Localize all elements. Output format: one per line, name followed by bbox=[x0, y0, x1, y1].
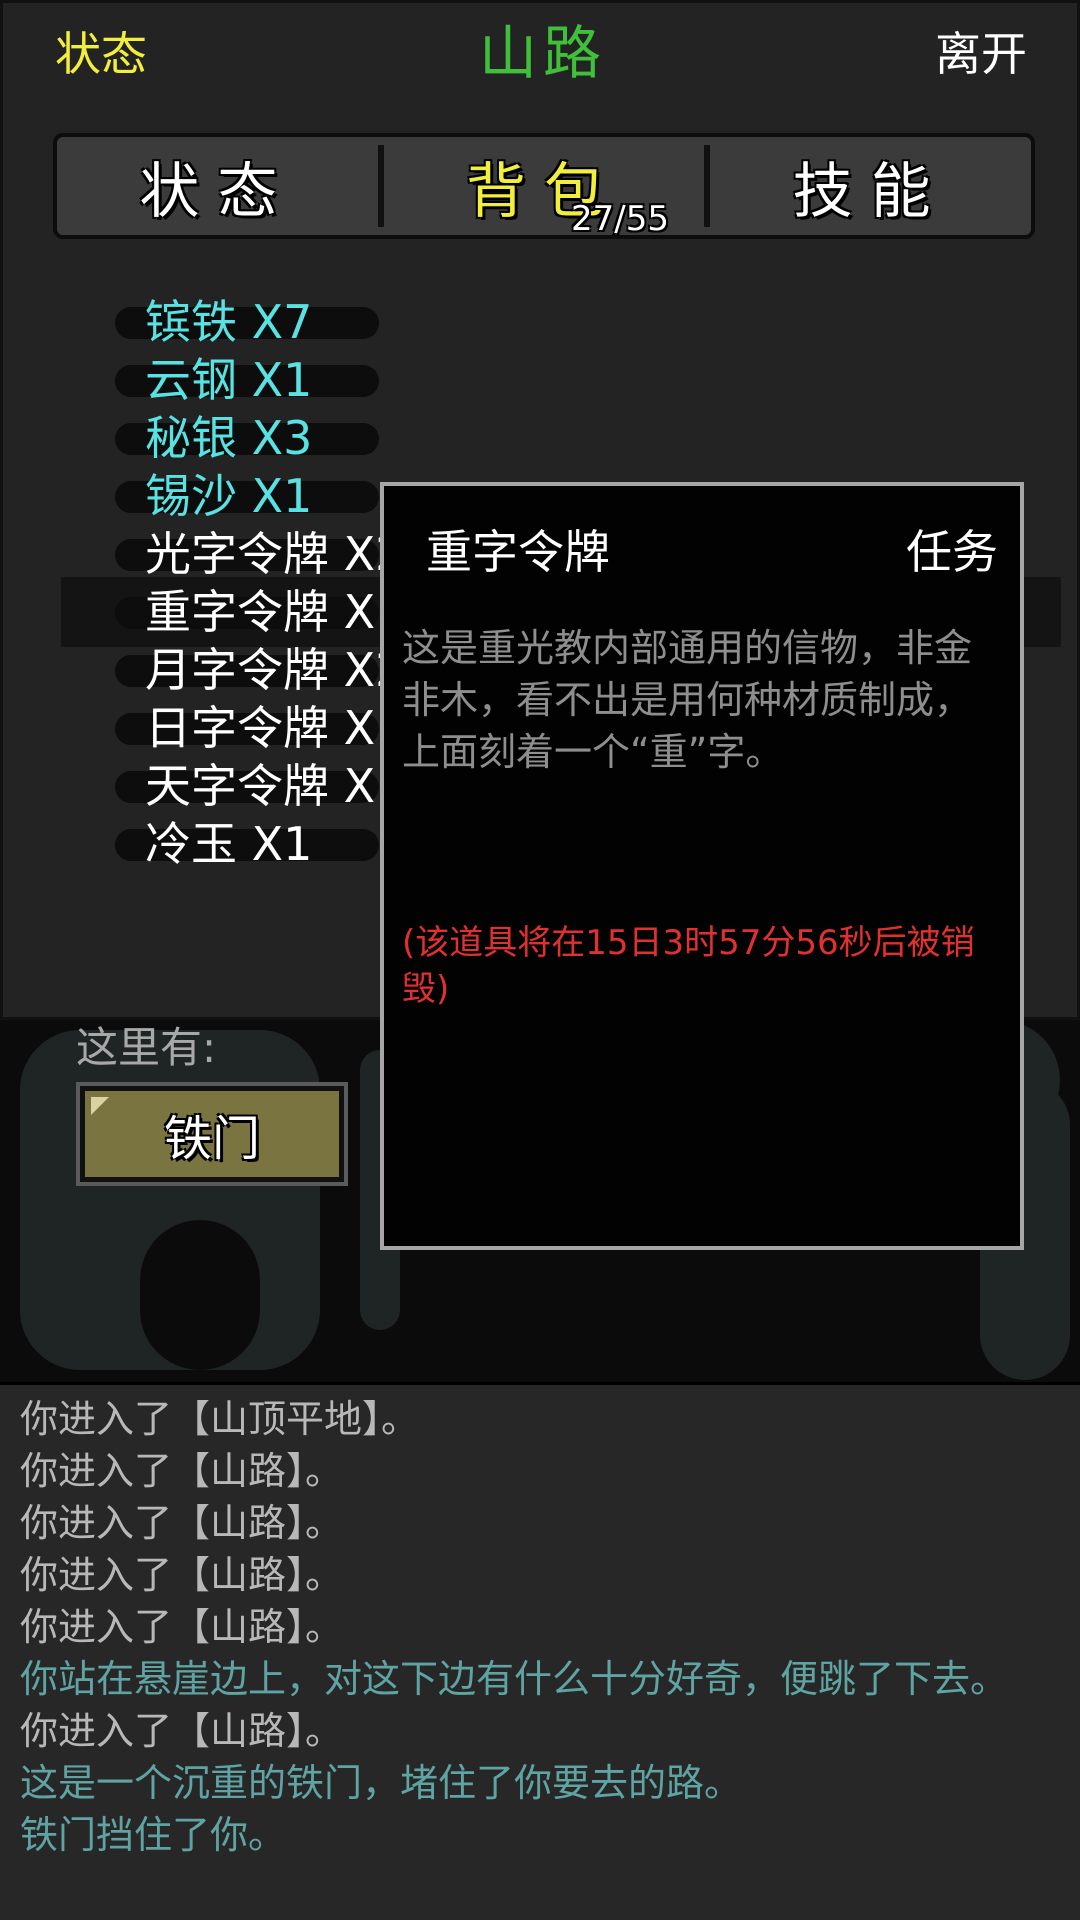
inventory-item-label: 重字令牌 X1 bbox=[145, 585, 405, 639]
here-label: 这里有: bbox=[76, 1023, 217, 1072]
log-message: 你进入了【山顶平地】。 bbox=[20, 1397, 420, 1441]
item-detail-popup: 重字令牌 任务 这是重光教内部通用的信物，非金非木，看不出是用何种材质制成，上面… bbox=[380, 482, 1024, 1250]
log-message: 你进入了【山路】。 bbox=[20, 1449, 344, 1493]
log-message: 你进入了【山路】。 bbox=[20, 1709, 344, 1753]
log-message: 这是一个沉重的铁门，堵住了你要去的路。 bbox=[20, 1761, 743, 1805]
inventory-item-label: 月字令牌 X2 bbox=[145, 643, 405, 697]
inventory-item-label: 天字令牌 X1 bbox=[145, 759, 405, 813]
item-expire-note: (该道具将在15日3时57分56秒后被销毁) bbox=[402, 923, 975, 1009]
message-log[interactable]: 你进入了【山顶平地】。 你进入了【山路】。 你进入了【山路】。 你进入了【山路】。 你进… bbox=[0, 1382, 1080, 1920]
tab-bar: 状态 背包 技能 bbox=[53, 133, 1035, 239]
log-message: 你进入了【山路】。 bbox=[20, 1501, 344, 1545]
iron-door-button[interactable]: 铁门 bbox=[80, 1086, 344, 1182]
item-name: 重字令牌 bbox=[426, 525, 610, 579]
inventory-item-label: 光字令牌 X2 bbox=[145, 527, 405, 581]
tab-status[interactable]: 状态 bbox=[57, 137, 378, 235]
inventory-item-label: 冷玉 X1 bbox=[145, 817, 313, 871]
tab-skills[interactable]: 技能 bbox=[710, 137, 1031, 235]
inventory-item-label: 秘银 X3 bbox=[145, 411, 313, 465]
log-message: 你进入了【山路】。 bbox=[20, 1605, 344, 1649]
log-message: 你进入了【山路】。 bbox=[20, 1553, 344, 1597]
inventory-item-label: 锡沙 X1 bbox=[145, 469, 313, 523]
item-type: 任务 bbox=[906, 525, 998, 579]
inventory-item-label: 日字令牌 X1 bbox=[145, 701, 405, 755]
item-description: 这是重光教内部通用的信物，非金非木，看不出是用何种材质制成，上面刻着一个“重”字… bbox=[402, 626, 973, 774]
smoke-decoration bbox=[140, 1220, 260, 1370]
location-title: 山路 bbox=[478, 19, 607, 87]
leave-button[interactable]: 离开 bbox=[935, 25, 1027, 83]
bag-capacity-count: 27/55 bbox=[571, 199, 669, 239]
inventory-item-label: 镔铁 X7 bbox=[145, 295, 313, 349]
log-message: 你站在悬崖边上，对这下边有什么十分好奇，便跳了下去。 bbox=[20, 1657, 1009, 1701]
inventory-item-label: 云钢 X1 bbox=[145, 353, 313, 407]
log-message: 铁门挡住了你。 bbox=[20, 1813, 287, 1857]
